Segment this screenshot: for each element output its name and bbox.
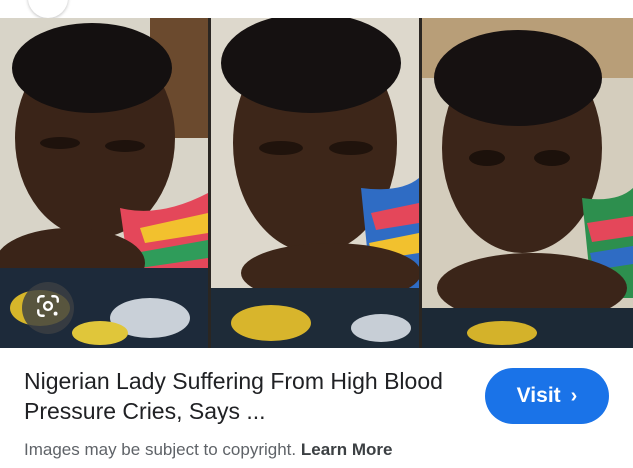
copyright-text: Images may be subject to copyright.: [24, 440, 297, 459]
chevron-right-icon: ›: [570, 384, 578, 407]
google-lens-icon: [35, 293, 61, 324]
photo-panel-2: [211, 18, 419, 348]
copyright-notice: Images may be subject to copyright. Lear…: [24, 440, 393, 460]
visit-button-label: Visit: [516, 384, 561, 407]
result-title[interactable]: Nigerian Lady Suffering From High Blood …: [24, 366, 444, 426]
visit-button[interactable]: Visit ›: [485, 368, 609, 424]
photo-panel-3: [422, 18, 633, 348]
google-lens-button[interactable]: [22, 282, 74, 334]
learn-more-link[interactable]: Learn More: [301, 440, 393, 459]
top-strip: [0, 0, 633, 18]
result-image[interactable]: [0, 18, 633, 348]
avatar[interactable]: [28, 0, 68, 18]
